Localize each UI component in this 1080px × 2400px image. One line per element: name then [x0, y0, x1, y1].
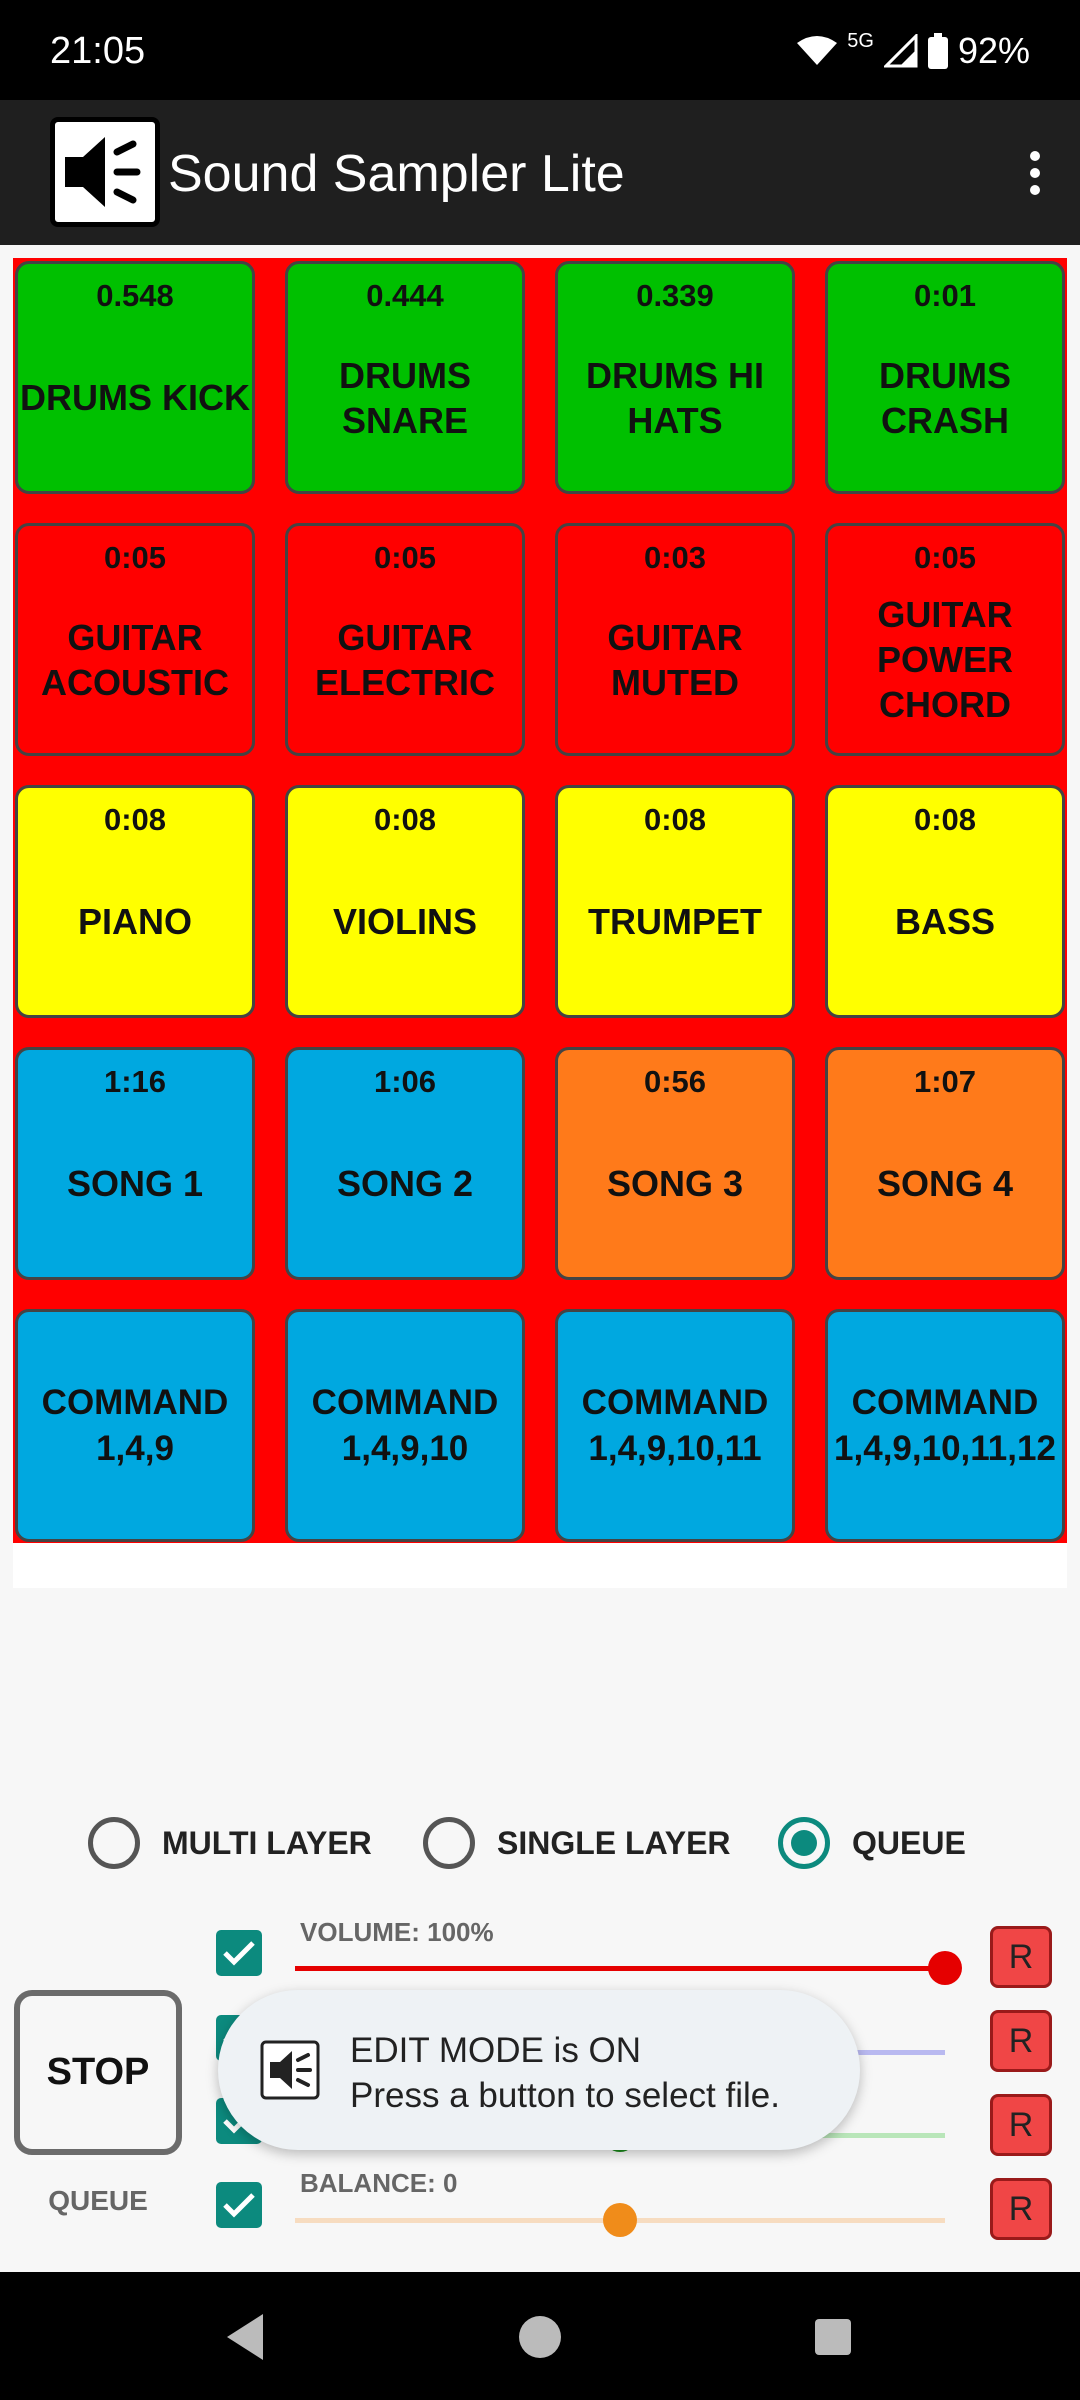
pad-label: COMMAND 1,4,9,10,11,12 [834, 1382, 1056, 1468]
pad-label: SONG 1 [66, 1163, 204, 1204]
volume-label: VOLUME: 100% [300, 1917, 494, 1947]
pad-button[interactable]: 0:05 GUITAR ACOUSTIC [15, 523, 255, 756]
volume-checkbox[interactable] [216, 1930, 262, 1976]
pad-label: DRUMS CRASH [879, 354, 1011, 441]
toast-line2: Press a button to select file. [350, 2076, 780, 2115]
pad-button[interactable]: COMMAND 1,4,9 [15, 1309, 255, 1542]
pad-label: SONG 2 [336, 1163, 474, 1204]
pad-label: PIANO [77, 901, 192, 942]
stop-button[interactable]: STOP [14, 1990, 182, 2155]
pad-label: COMMAND 1,4,9,10 [311, 1382, 499, 1468]
toast-text: EDIT MODE is ON Press a button to select… [350, 2028, 780, 2118]
pad-button[interactable]: 0:08 BASS [825, 785, 1065, 1018]
pad-button[interactable]: COMMAND 1,4,9,10,11 [555, 1309, 795, 1542]
toast-line1: EDIT MODE is ON [350, 2031, 642, 2070]
volume-reset-button[interactable]: R [990, 1926, 1052, 1988]
pad-label: DRUMS KICK [20, 377, 250, 418]
pad-button[interactable]: 0:05 GUITAR POWER CHORD [825, 523, 1065, 756]
pad-button[interactable]: 0.444 DRUMS SNARE [285, 261, 525, 494]
wifi-icon [797, 36, 838, 65]
battery-icon [927, 33, 948, 69]
mode-single-layer-label: SINGLE LAYER [497, 1824, 731, 1861]
check-icon [223, 1941, 255, 1966]
battery-percent: 92% [957, 30, 1030, 71]
pad-button[interactable]: COMMAND 1,4,9,10 [285, 1309, 525, 1542]
home-icon[interactable] [505, 2302, 575, 2372]
radio-multi-layer[interactable] [88, 1817, 140, 1869]
pad-label: COMMAND 1,4,9,10,11 [581, 1382, 769, 1468]
pad-label: BASS [894, 901, 996, 942]
recents-icon[interactable] [798, 2302, 868, 2372]
slider2-reset-button[interactable]: R [990, 2010, 1052, 2072]
balance-checkbox[interactable] [216, 2182, 262, 2228]
pad-label: GUITAR MUTED [607, 616, 743, 703]
pad-label: GUITAR ELECTRIC [315, 616, 495, 703]
pad-button[interactable]: 1:07 SONG 4 [825, 1047, 1065, 1280]
pad-label: GUITAR ACOUSTIC [41, 616, 229, 703]
status-bar: 21:05 5G 92% [0, 0, 1080, 100]
pad-button[interactable]: 0:08 PIANO [15, 785, 255, 1018]
back-icon[interactable] [210, 2302, 280, 2372]
pad-button[interactable]: 1:16 SONG 1 [15, 1047, 255, 1280]
grid-footer-strip [13, 1543, 1067, 1588]
slider3-reset-button[interactable]: R [990, 2094, 1052, 2156]
pad-button[interactable]: 1:06 SONG 2 [285, 1047, 525, 1280]
signal-icon [883, 34, 918, 68]
pad-label: SONG 3 [606, 1163, 744, 1204]
radio-queue[interactable] [778, 1817, 830, 1869]
pad-button[interactable]: 0:08 VIOLINS [285, 785, 525, 1018]
current-mode-label: QUEUE [48, 2185, 148, 2216]
status-time: 21:05 [50, 30, 146, 72]
pad-button[interactable]: COMMAND 1,4,9,10,11,12 [825, 1309, 1065, 1542]
mode-queue-label: QUEUE [852, 1824, 966, 1861]
app-bar: Sound Sampler Lite [0, 100, 1080, 245]
pad-label: GUITAR POWER CHORD [876, 594, 1013, 725]
pad-button[interactable]: 0:08 TRUMPET [555, 785, 795, 1018]
system-nav-bar [0, 2272, 1080, 2400]
pad-button[interactable]: 0:03 GUITAR MUTED [555, 523, 795, 756]
radio-single-layer[interactable] [423, 1817, 475, 1869]
pad-grid: 0.548 DRUMS KICK 0.444 DRUMS SNARE 0.339 DRUM… [13, 258, 1067, 1543]
speaker-logo-icon [50, 117, 160, 227]
pad-button[interactable]: 0:05 GUITAR ELECTRIC [285, 523, 525, 756]
mode-multi-layer[interactable]: MULTI LAYER [88, 1815, 372, 1871]
overflow-menu-icon[interactable] [990, 128, 1080, 218]
pad-button[interactable]: 0:56 SONG 3 [555, 1047, 795, 1280]
network-label: 5G [847, 29, 874, 52]
pad-label: TRUMPET [588, 901, 762, 942]
app-title: Sound Sampler Lite [168, 145, 625, 203]
pad-label: VIOLINS [332, 901, 478, 942]
pad-label: DRUMS SNARE [339, 354, 471, 441]
volume-slider-track[interactable] [295, 1966, 945, 1971]
pad-label: DRUMS HI HATS [586, 354, 764, 441]
balance-reset-button[interactable]: R [990, 2178, 1052, 2240]
pad-button[interactable]: 0.548 DRUMS KICK [15, 261, 255, 494]
toast-message: EDIT MODE is ON Press a button to select… [218, 1990, 860, 2150]
pad-label: COMMAND 1,4,9 [41, 1382, 229, 1468]
check-icon [223, 2193, 255, 2218]
status-icons: 5G 92% [797, 30, 1030, 72]
volume-slider-thumb[interactable] [928, 1951, 962, 1985]
mode-queue[interactable]: QUEUE [778, 1815, 966, 1871]
speaker-icon [260, 2040, 320, 2100]
balance-label: BALANCE: 0 [300, 2168, 458, 2198]
pad-label: SONG 4 [876, 1163, 1014, 1204]
pad-button[interactable]: 0:01 DRUMS CRASH [825, 261, 1065, 494]
mode-multi-layer-label: MULTI LAYER [162, 1824, 372, 1861]
balance-slider-thumb[interactable] [603, 2203, 637, 2237]
pad-button[interactable]: 0.339 DRUMS HI HATS [555, 261, 795, 494]
mode-single-layer[interactable]: SINGLE LAYER [423, 1815, 731, 1871]
